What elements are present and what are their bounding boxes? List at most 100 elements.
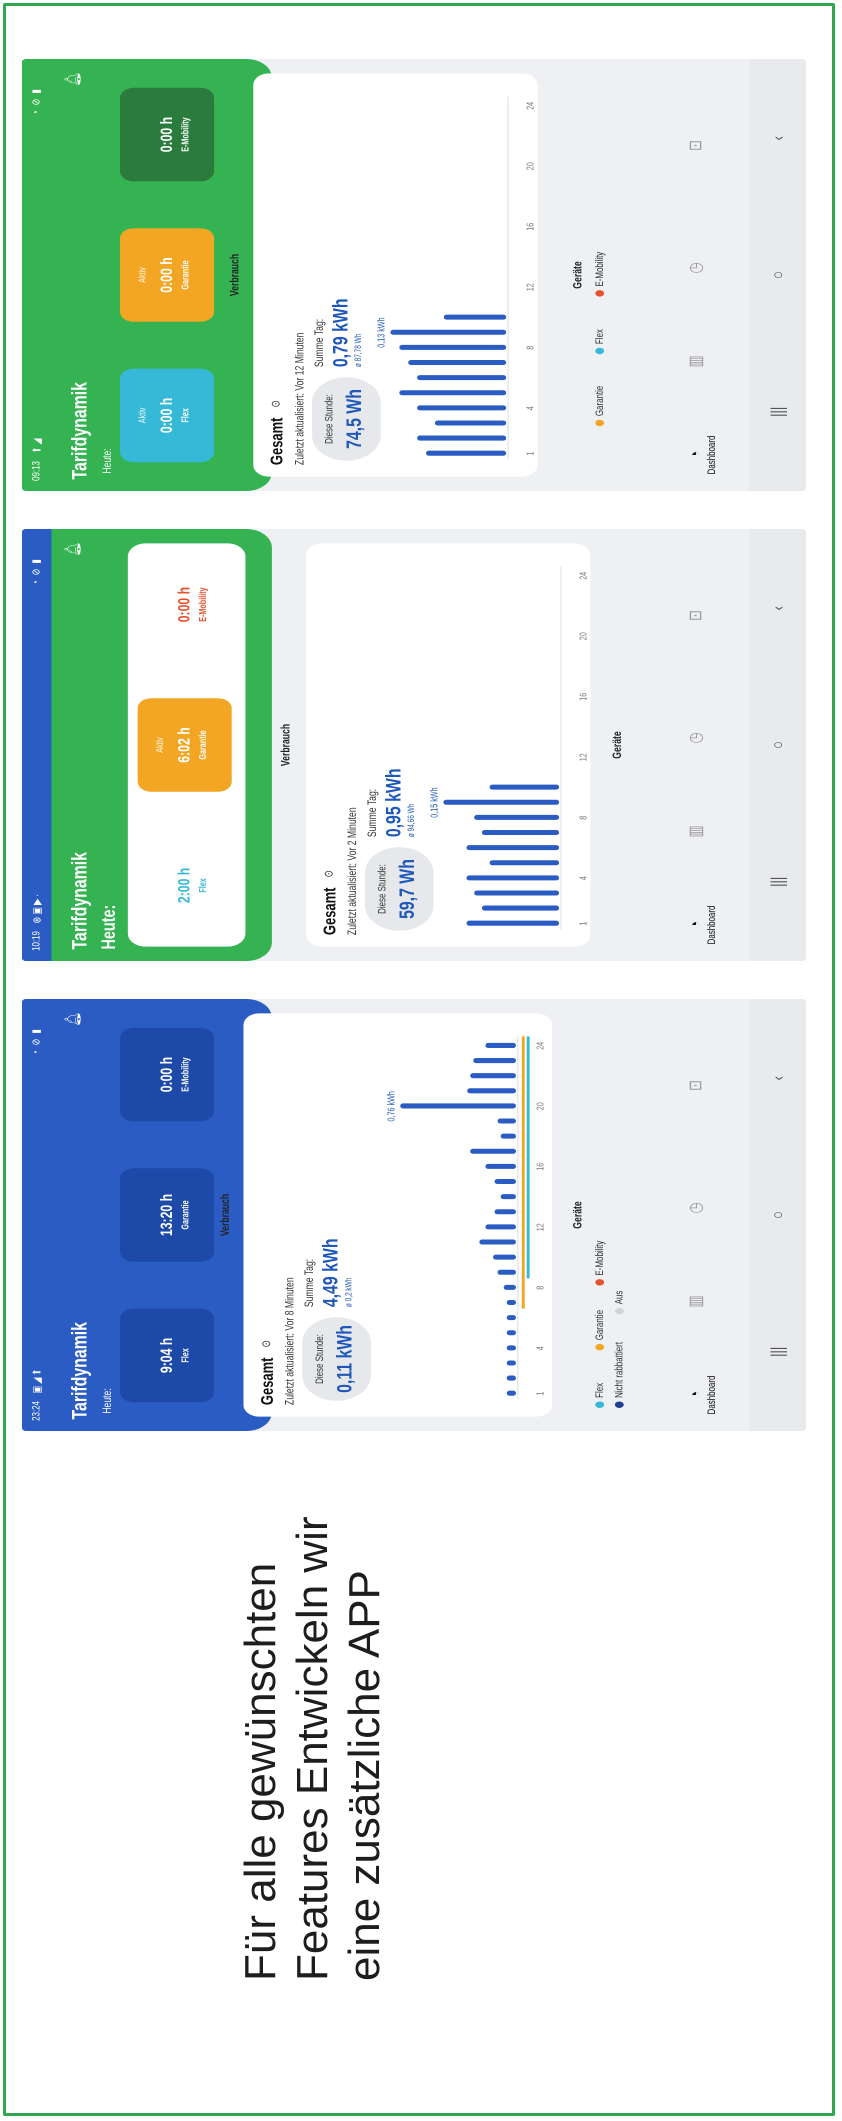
tile-e-mobility[interactable]: 0:00 h E-Mobility xyxy=(120,87,215,182)
chart-bar xyxy=(506,1315,516,1321)
gesamt-title: Gesamt xyxy=(319,887,340,936)
recents-icon[interactable]: ||| xyxy=(765,397,790,426)
x-tick-label: 12 xyxy=(577,753,588,761)
tab-history[interactable]: ◷ xyxy=(684,239,733,297)
tab-dashboard[interactable]: ◔ Dashboard xyxy=(684,896,733,954)
tile-value: 0:00 h xyxy=(157,116,176,153)
plug-icon: ⊡ xyxy=(685,1079,706,1091)
legend-label: Flex xyxy=(594,1382,607,1398)
chart-bar xyxy=(489,784,560,790)
system-nav-bar: ||| ○ ‹ xyxy=(749,999,806,1431)
status-icons: ▣ ◢ ⬆ xyxy=(31,1368,44,1394)
chart-bar xyxy=(506,1299,516,1306)
tile-label: Flex xyxy=(198,878,210,893)
legend-title: Geräte xyxy=(570,1201,585,1229)
tile-label: Flex xyxy=(180,1348,192,1363)
tab-devices[interactable]: ⊡ xyxy=(684,587,733,645)
hour-value: 74,5 Wh xyxy=(341,389,366,449)
tab-statistics[interactable]: ▥ xyxy=(684,333,733,391)
hour-label: Diese Stunde: xyxy=(314,1334,326,1384)
chart-bar xyxy=(466,920,560,926)
tile-garantie[interactable]: Aktiv 6:02 h Garantie xyxy=(137,698,232,792)
tab-statistics[interactable]: ▥ xyxy=(684,803,733,861)
x-tick-label: 1 xyxy=(577,921,588,925)
home-icon[interactable]: ○ xyxy=(765,731,790,760)
phone-screen-blue: 23:24 ▣ ◢ ⬆ ◔ ⊘ ▮ Tarifdynamik Heute: 🔔︎… xyxy=(22,999,806,1431)
gauge-icon: ◔ xyxy=(685,921,706,929)
chart-bar xyxy=(474,890,560,896)
home-icon[interactable]: ○ xyxy=(765,1201,790,1230)
chart-bar xyxy=(426,450,507,456)
status-icons: ⊛ ▣ ▶ · xyxy=(31,894,44,924)
dropdown-icon[interactable]: ⊙ xyxy=(259,1340,273,1347)
device-legend: Geräte xyxy=(610,543,679,946)
tile-garantie[interactable]: Aktiv 0:00 h Garantie xyxy=(120,228,215,322)
dropdown-icon[interactable]: ⊙ xyxy=(269,400,283,407)
x-tick-label: 12 xyxy=(524,283,535,291)
bell-icon[interactable]: 🔔︎ xyxy=(65,1012,83,1027)
tile-e-mobility[interactable]: 0:00 h E-Mobility xyxy=(120,1027,215,1122)
tile-garantie[interactable]: 13:20 h Garantie xyxy=(120,1168,215,1262)
tab-bar: ◔ Dashboard ▥ ◷ ⊡ xyxy=(677,59,746,491)
hour-label: Diese Stunde: xyxy=(376,864,389,914)
chart-bar xyxy=(500,1133,516,1139)
home-icon[interactable]: ○ xyxy=(765,261,790,290)
legend-label: E-Mobility xyxy=(594,251,607,287)
today-label: Heute: xyxy=(100,1388,115,1414)
day-label: Summe Tag: xyxy=(365,788,379,838)
status-right-icons: ◔ ⊘ ▮ xyxy=(30,1027,43,1056)
x-tick-label: 12 xyxy=(534,1223,545,1231)
phone-screen-green-dark: 09:13 ⬆ ◢ ◔ ⊘ ▮ Tarifdynamik Heute: 🔔︎ A… xyxy=(22,59,806,491)
tab-dashboard[interactable]: ◔ Dashboard xyxy=(684,1366,733,1424)
garantie-strip xyxy=(521,1036,525,1309)
tile-value: 0:00 h xyxy=(157,257,176,293)
bell-icon[interactable]: 🔔︎ xyxy=(65,72,83,87)
dropdown-icon[interactable]: ⊙ xyxy=(322,870,336,877)
x-tick-label: 4 xyxy=(534,1346,545,1350)
tab-devices[interactable]: ⊡ xyxy=(684,1057,733,1115)
updated-text: Zuletzt aktualisiert: Vor 2 Minuten xyxy=(345,807,360,936)
tile-e-mobility[interactable]: 0:00 h E-Mobility xyxy=(138,558,232,652)
legend-item: E-Mobility xyxy=(594,252,606,297)
tile-label: E-Mobility xyxy=(180,1057,192,1092)
legend-item: Aus xyxy=(614,1291,626,1315)
x-tick-label: 16 xyxy=(524,223,535,231)
tile-flex[interactable]: 9:04 h Flex xyxy=(120,1308,215,1403)
section-title: Verbrauch xyxy=(218,1193,232,1237)
phone-screen-green-light: 10:19 ⊛ ▣ ▶ · ◔ ⊘ ▮ Tarifdynamik Heute: … xyxy=(22,529,806,961)
recents-icon[interactable]: ||| xyxy=(765,867,790,896)
status-time: 09:13 xyxy=(30,461,43,481)
tab-devices[interactable]: ⊡ xyxy=(684,117,733,175)
consumption-card: Gesamt ⊙ Zuletzt aktualisiert: Vor 8 Min… xyxy=(243,1013,553,1417)
tab-dashboard[interactable]: ◔ Dashboard xyxy=(684,426,733,484)
tab-history[interactable]: ◷ xyxy=(684,1179,733,1237)
chart-bar xyxy=(473,1058,516,1064)
back-icon[interactable]: ‹ xyxy=(765,594,790,623)
tab-history[interactable]: ◷ xyxy=(684,709,733,767)
legend-item: Flex xyxy=(594,1383,606,1408)
tile-label: Garantie xyxy=(180,1200,192,1230)
tile-label: Garantie xyxy=(198,730,210,760)
tile-label: E-Mobility xyxy=(180,117,192,152)
chart-bar xyxy=(494,1209,516,1215)
system-nav-bar: ||| ○ ‹ xyxy=(749,529,806,961)
x-tick-label: 24 xyxy=(577,572,588,580)
consumption-card: Gesamt ⊙ Zuletzt aktualisiert: Vor 12 Mi… xyxy=(253,73,538,477)
x-tick-label: 1 xyxy=(534,1391,545,1395)
chart-bar xyxy=(506,1330,516,1336)
tile-status: Aktiv xyxy=(137,407,149,424)
device-legend: Geräte Garantie Flex E-Mobility xyxy=(571,73,640,476)
back-icon[interactable]: ‹ xyxy=(765,1064,790,1093)
chart-bar xyxy=(390,329,507,335)
chart-bar xyxy=(408,359,507,366)
tile-flex[interactable]: Aktiv 0:00 h Flex xyxy=(120,368,215,463)
back-icon[interactable]: ‹ xyxy=(765,124,790,153)
tile-flex[interactable]: 2:00 h Flex xyxy=(138,839,232,933)
chart-bar xyxy=(493,1254,516,1260)
recents-icon[interactable]: ||| xyxy=(765,1337,790,1366)
day-sum: Summe Tag: 0,95 kWh ø 94,66 Wh xyxy=(365,744,416,838)
tab-statistics[interactable]: ▥ xyxy=(684,1273,733,1331)
x-tick-label: 1 xyxy=(524,451,535,455)
bell-icon[interactable]: 🔔︎ xyxy=(65,542,83,557)
legend-item: Flex xyxy=(594,329,606,355)
